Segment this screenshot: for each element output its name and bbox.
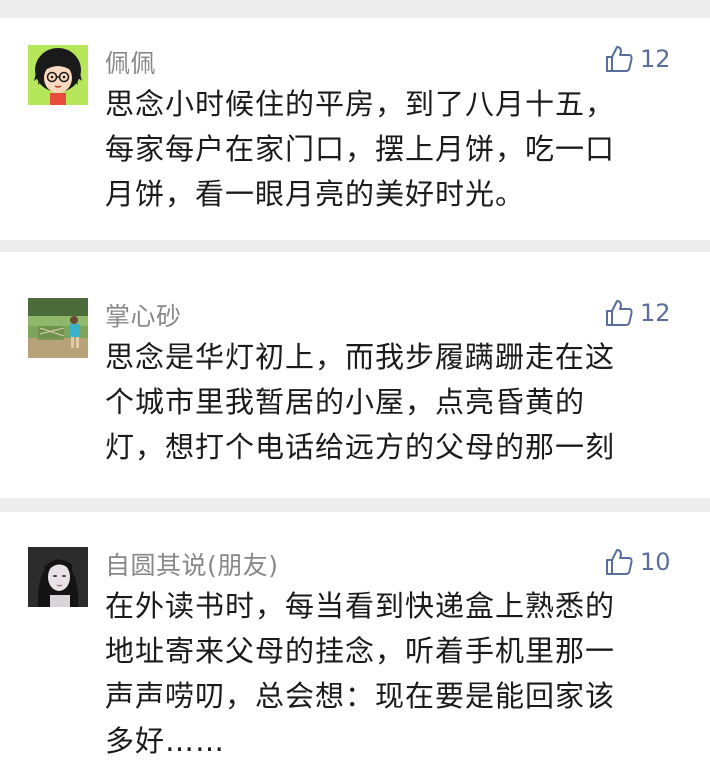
comment-line: 每家每户在家门口，摆上月饼，吃一口 bbox=[105, 132, 616, 166]
avatar[interactable] bbox=[28, 298, 88, 358]
comment-line: 月饼，看一眼月亮的美好时光。 bbox=[105, 177, 526, 211]
comment-text: 思念小时候住的平房，到了八月十五， 每家每户在家门口，摆上月饼，吃一口 月饼，看… bbox=[105, 82, 675, 217]
comment-line: 地址寄来父母的挂念，听着手机里那一 bbox=[105, 634, 616, 668]
comment-feed: 佩佩 12 思念小时候住的平房，到了八月十五， 每家每户在家门口，摆上月饼，吃一… bbox=[0, 0, 710, 772]
comment-card: 自圆其说(朋友) 10 在外读书时，每当看到快递盒上熟悉的 地址寄来父母的挂念，… bbox=[0, 512, 710, 772]
nickname[interactable]: 自圆其说(朋友) bbox=[105, 546, 279, 582]
comment-text: 在外读书时，每当看到快递盒上熟悉的 地址寄来父母的挂念，听着手机里那一 声声唠叨… bbox=[105, 584, 675, 764]
like-count: 12 bbox=[640, 299, 671, 327]
like-button[interactable]: 10 bbox=[604, 545, 671, 579]
thumbs-up-icon bbox=[606, 300, 633, 326]
comment-line: 声声唠叨，总会想：现在要是能回家该 bbox=[105, 679, 616, 713]
comment-text: 思念是华灯初上，而我步履蹒跚走在这 个城市里我暂居的小屋，点亮昏黄的 灯，想打个… bbox=[105, 335, 675, 470]
like-button[interactable]: 12 bbox=[604, 42, 671, 76]
like-button[interactable]: 12 bbox=[604, 296, 671, 330]
comment-line: 思念是华灯初上，而我步履蹒跚走在这 bbox=[105, 340, 616, 374]
child-photo-avatar-icon bbox=[28, 298, 88, 358]
comment-line: 思念小时候住的平房，到了八月十五， bbox=[105, 87, 616, 121]
comment-line: 灯，想打个电话给远方的父母的那一刻 bbox=[105, 430, 616, 464]
like-count: 12 bbox=[640, 45, 671, 73]
nickname[interactable]: 佩佩 bbox=[105, 44, 156, 80]
comment-line: 个城市里我暂居的小屋，点亮昏黄的 bbox=[105, 385, 586, 419]
comment-line: 在外读书时，每当看到快递盒上熟悉的 bbox=[105, 589, 616, 623]
avatar[interactable] bbox=[28, 547, 88, 607]
comment-card: 佩佩 12 思念小时候住的平房，到了八月十五， 每家每户在家门口，摆上月饼，吃一… bbox=[0, 18, 710, 240]
thumbs-up-icon bbox=[606, 549, 633, 575]
nickname[interactable]: 掌心砂 bbox=[105, 297, 182, 333]
like-count: 10 bbox=[640, 548, 671, 576]
cartoon-girl-avatar-icon bbox=[28, 45, 88, 105]
comment-card: 掌心砂 12 思念是华灯初上，而我步履蹒跚走在这 个城市里我暂居的小屋，点亮昏黄… bbox=[0, 252, 710, 498]
thumbs-up-icon bbox=[606, 46, 633, 72]
woman-portrait-avatar-icon bbox=[28, 547, 88, 607]
comment-line: 多好…… bbox=[105, 724, 226, 758]
avatar[interactable] bbox=[28, 45, 88, 105]
